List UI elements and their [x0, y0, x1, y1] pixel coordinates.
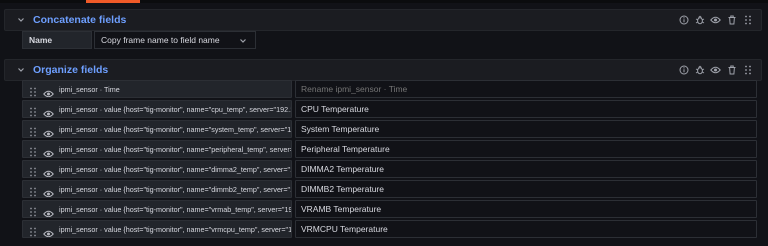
- drag-handle-icon[interactable]: [29, 104, 37, 117]
- eye-icon[interactable]: [43, 225, 54, 237]
- chevron-down-icon[interactable]: [13, 12, 29, 28]
- rename-input[interactable]: CPU Temperature: [295, 100, 757, 118]
- chevron-down-icon: [239, 37, 247, 45]
- drag-handle-icon[interactable]: [742, 65, 753, 76]
- eye-icon[interactable]: [43, 145, 54, 157]
- trash-icon[interactable]: [726, 15, 737, 26]
- drag-handle-icon[interactable]: [29, 84, 37, 97]
- name-label: Name: [22, 31, 92, 49]
- eye-icon[interactable]: [43, 185, 54, 197]
- field-name: ipmi_sensor · value {host="tig-monitor",…: [59, 184, 291, 194]
- concatenate-name-row: Name Copy frame name to field name: [22, 31, 256, 49]
- rename-input[interactable]: Peripheral Temperature: [295, 140, 757, 158]
- drag-handle-icon[interactable]: [29, 164, 37, 177]
- eye-icon[interactable]: [43, 105, 54, 117]
- name-mode-value: Copy frame name to field name: [101, 35, 220, 45]
- drag-handle-icon[interactable]: [29, 184, 37, 197]
- field-name: ipmi_sensor · value {host="tig-monitor",…: [59, 124, 291, 134]
- top-border: [0, 0, 768, 3]
- organize-fields-header[interactable]: Organize fields: [4, 59, 762, 81]
- concatenate-fields-title: Concatenate fields: [33, 14, 127, 26]
- field-item[interactable]: ipmi_sensor · value {host="tig-monitor",…: [22, 100, 292, 118]
- rename-input[interactable]: DIMMB2 Temperature: [295, 180, 757, 198]
- info-circle-icon[interactable]: [678, 65, 689, 76]
- field-item[interactable]: ipmi_sensor · value {host="tig-monitor",…: [22, 140, 292, 158]
- organize-fields-title: Organize fields: [33, 64, 109, 76]
- eye-icon[interactable]: [43, 205, 54, 217]
- chevron-down-icon[interactable]: [13, 62, 29, 78]
- field-name: ipmi_sensor · value {host="tig-monitor",…: [59, 164, 291, 174]
- field-name: ipmi_sensor · value {host="tig-monitor",…: [59, 204, 291, 214]
- eye-icon[interactable]: [43, 125, 54, 137]
- bug-icon[interactable]: [694, 65, 705, 76]
- drag-handle-icon[interactable]: [29, 224, 37, 237]
- field-row: ipmi_sensor · value {host="tig-monitor",…: [22, 180, 758, 198]
- field-item[interactable]: ipmi_sensor · value {host="tig-monitor",…: [22, 120, 292, 138]
- drag-handle-icon[interactable]: [29, 144, 37, 157]
- field-row: ipmi_sensor · value {host="tig-monitor",…: [22, 100, 758, 118]
- field-row: ipmi_sensor · value {host="tig-monitor",…: [22, 220, 758, 238]
- field-name: ipmi_sensor · value {host="tig-monitor",…: [59, 104, 291, 114]
- eye-icon[interactable]: [710, 15, 721, 26]
- field-row: ipmi_sensor · value {host="tig-monitor",…: [22, 200, 758, 218]
- field-item[interactable]: ipmi_sensor · value {host="tig-monitor",…: [22, 220, 292, 238]
- concatenate-fields-header[interactable]: Concatenate fields: [4, 9, 762, 31]
- info-circle-icon[interactable]: [678, 15, 689, 26]
- drag-handle-icon[interactable]: [29, 124, 37, 137]
- rename-input[interactable]: System Temperature: [295, 120, 757, 138]
- rename-input[interactable]: VRAMB Temperature: [295, 200, 757, 218]
- drag-handle-icon[interactable]: [29, 204, 37, 217]
- field-item[interactable]: ipmi_sensor · value {host="tig-monitor",…: [22, 160, 292, 178]
- rename-input[interactable]: DIMMA2 Temperature: [295, 160, 757, 178]
- field-row: ipmi_sensor · value {host="tig-monitor",…: [22, 120, 758, 138]
- field-row: ipmi_sensor · Time: [22, 80, 758, 98]
- field-item[interactable]: ipmi_sensor · Time: [22, 80, 292, 98]
- rename-input[interactable]: [295, 80, 757, 98]
- active-tab-indicator: [86, 0, 140, 3]
- trash-icon[interactable]: [726, 65, 737, 76]
- bug-icon[interactable]: [694, 15, 705, 26]
- field-item[interactable]: ipmi_sensor · value {host="tig-monitor",…: [22, 200, 292, 218]
- name-mode-select[interactable]: Copy frame name to field name: [94, 31, 256, 49]
- field-item[interactable]: ipmi_sensor · value {host="tig-monitor",…: [22, 180, 292, 198]
- rename-input[interactable]: VRMCPU Temperature: [295, 220, 757, 238]
- field-name: ipmi_sensor · value {host="tig-monitor",…: [59, 224, 291, 234]
- eye-icon[interactable]: [43, 165, 54, 177]
- eye-icon[interactable]: [710, 65, 721, 76]
- field-name: ipmi_sensor · Time: [59, 84, 120, 94]
- field-row: ipmi_sensor · value {host="tig-monitor",…: [22, 140, 758, 158]
- eye-icon[interactable]: [43, 85, 54, 97]
- field-name: ipmi_sensor · value {host="tig-monitor",…: [59, 144, 291, 154]
- field-row: ipmi_sensor · value {host="tig-monitor",…: [22, 160, 758, 178]
- drag-handle-icon[interactable]: [742, 15, 753, 26]
